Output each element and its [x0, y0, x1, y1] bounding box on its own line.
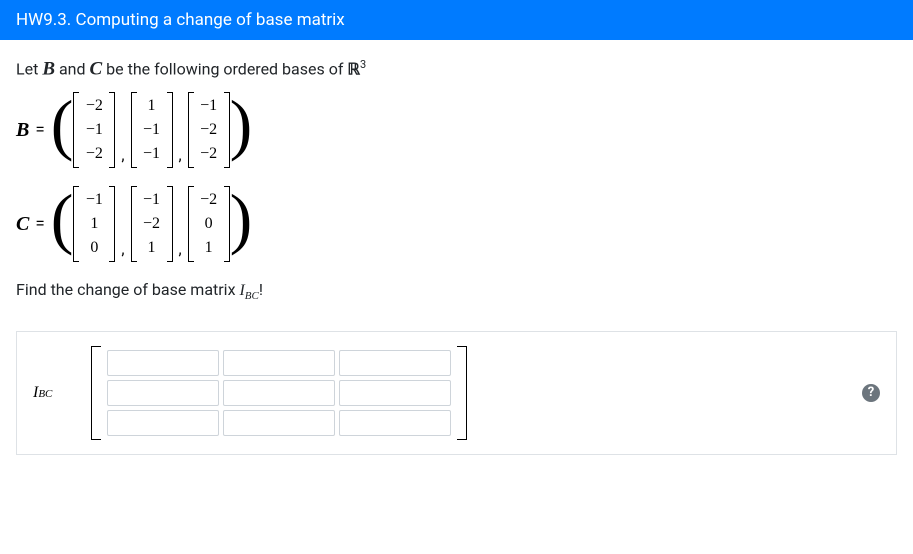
vec-entry: −1 [140, 142, 164, 166]
matrix-cell-0-1[interactable] [223, 350, 335, 376]
vec-entry: −1 [82, 188, 106, 212]
matrix-grid [101, 346, 457, 440]
matrix-subscript: BC [245, 291, 259, 303]
answer-subscript: BC [38, 388, 52, 400]
vector: −1 −2 −2 [188, 92, 230, 168]
help-icon-label: ? [868, 385, 874, 400]
bracket-right [167, 186, 173, 262]
vec-entry: 1 [140, 94, 164, 118]
basis-b-vectors: −2 −1 −2 , 1 −1 −1 , −1 [73, 92, 229, 168]
matrix-cell-2-1[interactable] [223, 410, 335, 436]
vec-entry: −1 [82, 118, 106, 142]
matrix-input [91, 346, 844, 440]
basis-b-symbol: B [42, 58, 55, 79]
question-header: HW9.3. Computing a change of base matrix [0, 0, 913, 40]
vec-entry: −2 [82, 94, 106, 118]
vector: 1 −1 −1 [131, 92, 173, 168]
bracket-right [109, 92, 115, 168]
prompt-text: Find the change of base matrix IBC! [16, 280, 897, 302]
matrix-cell-2-0[interactable] [107, 410, 219, 436]
bracket-right [224, 186, 230, 262]
vec-entry: −2 [197, 188, 221, 212]
matrix-cell-0-0[interactable] [107, 350, 219, 376]
vector: −1 1 0 [73, 186, 115, 262]
vec-entry: −2 [197, 118, 221, 142]
bracket-right [224, 92, 230, 168]
comma: , [121, 145, 124, 168]
bracket-right [109, 186, 115, 262]
question-content: Let B and C be the following ordered bas… [0, 40, 913, 473]
vec-entry: 1 [140, 236, 164, 260]
basis-c-symbol: C [90, 58, 103, 79]
big-bracket-left [91, 346, 101, 440]
prompt-prefix: Find the change of base matrix [16, 280, 239, 299]
matrix-cell-1-2[interactable] [339, 380, 451, 406]
vec-entry: −1 [197, 94, 221, 118]
question-title: HW9.3. Computing a change of base matrix [16, 10, 345, 30]
matrix-cell-2-2[interactable] [339, 410, 451, 436]
intro-suffix: be the following ordered bases of [102, 59, 347, 78]
big-bracket-right [457, 346, 467, 440]
space-dimension: 3 [360, 58, 366, 71]
vec-entry: −1 [140, 188, 164, 212]
intro-and: and [55, 59, 90, 78]
prompt-suffix: ! [259, 280, 263, 299]
matrix-cell-1-1[interactable] [223, 380, 335, 406]
equals-sign: = [35, 120, 44, 140]
equals-sign: = [35, 214, 44, 234]
vector: −2 0 1 [188, 186, 230, 262]
intro-text: Let B and C be the following ordered bas… [16, 58, 897, 80]
answer-area: IBC ? [16, 331, 897, 455]
basis-c-row: C = ( −1 1 0 , −1 −2 1 [16, 186, 897, 262]
basis-b-label: B [16, 119, 29, 142]
matrix-cell-1-0[interactable] [107, 380, 219, 406]
comma: , [121, 239, 124, 262]
basis-c-vectors: −1 1 0 , −1 −2 1 , −2 [73, 186, 229, 262]
help-icon[interactable]: ? [862, 384, 880, 402]
matrix-cell-0-2[interactable] [339, 350, 451, 376]
basis-b-row: B = ( −2 −1 −2 , 1 −1 −1 [16, 92, 897, 168]
vec-entry: 0 [82, 236, 106, 260]
vec-entry: 1 [197, 236, 221, 260]
vec-entry: −1 [140, 118, 164, 142]
bracket-right [167, 92, 173, 168]
answer-label: IBC [33, 384, 73, 402]
comma: , [179, 145, 182, 168]
vec-entry: −2 [197, 142, 221, 166]
space-symbol: ℝ [347, 61, 360, 78]
vector: −2 −1 −2 [73, 92, 115, 168]
vec-entry: −2 [82, 142, 106, 166]
intro-prefix: Let [16, 59, 42, 78]
vec-entry: −2 [140, 212, 164, 236]
vector: −1 −2 1 [131, 186, 173, 262]
vec-entry: 0 [197, 212, 221, 236]
basis-c-label: C [16, 213, 29, 236]
comma: , [179, 239, 182, 262]
vec-entry: 1 [82, 212, 106, 236]
